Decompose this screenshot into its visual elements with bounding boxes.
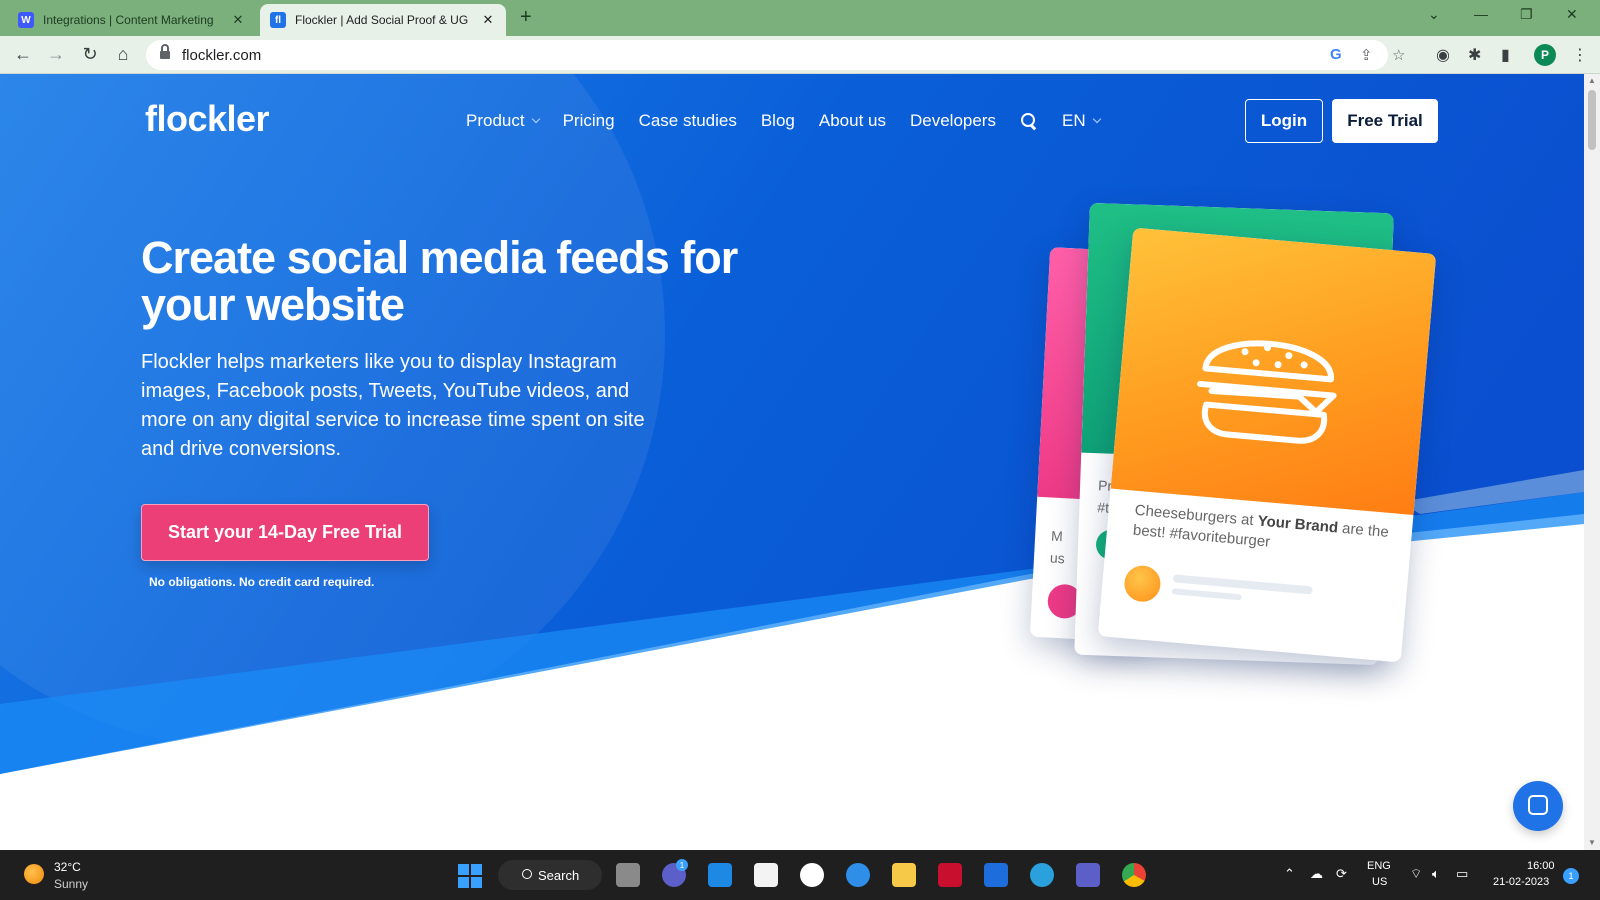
microsoft-store-icon[interactable]: [754, 863, 778, 887]
trello-icon[interactable]: [984, 863, 1008, 887]
close-icon[interactable]: ✕: [230, 12, 246, 28]
hero-subtext: Flockler helps marketers like you to dis…: [141, 351, 645, 460]
language-selector[interactable]: EN: [1061, 111, 1101, 131]
google-icon[interactable]: G: [1330, 46, 1342, 63]
keyboard-layout[interactable]: US: [1372, 876, 1387, 888]
taskbar-search-label: Search: [538, 867, 580, 883]
language-indicator[interactable]: ENG: [1367, 860, 1391, 872]
burger-icon: [1197, 340, 1337, 444]
forward-arrow-icon[interactable]: →: [45, 44, 67, 65]
weather-sun-icon[interactable]: [24, 864, 44, 884]
nav-product-label: Product: [466, 111, 525, 130]
login-button[interactable]: Login: [1245, 99, 1323, 143]
puzzle-extensions-icon[interactable]: ✱: [1468, 45, 1481, 65]
webflow-favicon-icon: W: [18, 12, 34, 28]
teams-meet-icon[interactable]: 1: [662, 859, 688, 887]
lock-icon[interactable]: [160, 44, 170, 60]
skeleton-line: [1171, 588, 1242, 601]
battery-icon[interactable]: ▭: [1456, 866, 1468, 882]
side-panel-icon[interactable]: ▮: [1501, 45, 1510, 65]
nav-case-studies[interactable]: Case studies: [639, 111, 737, 131]
teams-icon[interactable]: [1076, 863, 1100, 887]
bookmark-star-icon[interactable]: ☆: [1392, 46, 1405, 64]
notification-badge: 1: [676, 859, 688, 871]
language-label: EN: [1061, 111, 1086, 130]
avatar-dot: [1122, 564, 1162, 604]
file-explorer-icon[interactable]: [892, 863, 916, 887]
flockler-favicon-icon: fl: [270, 12, 286, 28]
help-icon[interactable]: [846, 863, 870, 887]
page-scrollbar[interactable]: ▲ ▼: [1584, 74, 1600, 850]
extension-icon[interactable]: ◉: [1436, 45, 1450, 65]
weather-temperature[interactable]: 32°C: [54, 860, 81, 874]
scroll-thumb[interactable]: [1588, 90, 1596, 150]
tab-search-chevron-icon[interactable]: ⌄: [1428, 6, 1440, 23]
kebab-menu-icon[interactable]: ⋮: [1572, 45, 1588, 65]
onedrive-cloud-icon[interactable]: ☁: [1310, 866, 1323, 882]
scroll-up-icon[interactable]: ▲: [1588, 76, 1596, 85]
tab-flockler[interactable]: fl Flockler | Add Social Proof & UG ✕: [260, 4, 506, 36]
tab-title: Flockler | Add Social Proof & UG: [295, 13, 469, 27]
mcafee-icon[interactable]: [938, 863, 962, 887]
start-free-trial-button[interactable]: Start your 14-Day Free Trial: [141, 504, 429, 561]
chrome-icon[interactable]: [1122, 863, 1146, 887]
browser-tab-bar: W Integrations | Content Marketing ✕ fl …: [0, 0, 1600, 36]
share-icon[interactable]: ⇪: [1360, 46, 1373, 64]
restore-icon[interactable]: ❐: [1520, 6, 1533, 23]
edge-icon[interactable]: [1030, 863, 1054, 887]
chevron-down-icon: [1092, 114, 1101, 124]
app-circle-icon[interactable]: [800, 863, 824, 887]
clock-time[interactable]: 16:00: [1527, 860, 1555, 872]
nav-developers[interactable]: Developers: [910, 111, 996, 131]
minimize-icon[interactable]: —: [1474, 6, 1488, 22]
home-icon[interactable]: ⌂: [112, 44, 134, 65]
chat-widget-button[interactable]: [1513, 781, 1563, 831]
flockler-logo[interactable]: flockler: [145, 98, 270, 140]
volume-icon[interactable]: 🔈︎: [1432, 866, 1440, 882]
nav-pricing[interactable]: Pricing: [563, 111, 615, 131]
new-tab-plus-icon[interactable]: +: [520, 6, 532, 29]
nav-blog[interactable]: Blog: [761, 111, 795, 131]
reload-icon[interactable]: ↻: [79, 44, 101, 65]
free-trial-button[interactable]: Free Trial: [1332, 99, 1438, 143]
windows-start-icon[interactable]: [458, 864, 482, 888]
address-bar[interactable]: flockler.com G ⇪ ☆: [146, 40, 1405, 70]
tab-title: Integrations | Content Marketing: [43, 13, 214, 27]
close-icon[interactable]: ✕: [480, 12, 496, 28]
taskbar-search-button[interactable]: Search: [498, 860, 602, 890]
page-viewport: flockler Product Pricing Case studies Bl…: [0, 74, 1584, 850]
sync-icon[interactable]: ⟳: [1336, 866, 1347, 882]
card-image-band: [1110, 227, 1437, 516]
url-text[interactable]: flockler.com: [182, 47, 261, 64]
card-caption: Cheeseburgers at Your Brand are the best…: [1132, 501, 1394, 564]
scroll-down-icon[interactable]: ▼: [1588, 838, 1596, 847]
window-close-icon[interactable]: ✕: [1566, 6, 1578, 23]
card-peek-text: us: [1049, 549, 1066, 567]
browser-toolbar: ← → ↻ ⌂ flockler.com G ⇪ ☆ ◉ ✱ ▮ P ⋮: [0, 36, 1600, 74]
chevron-down-icon: [531, 114, 540, 124]
main-nav: Product Pricing Case studies Blog About …: [466, 111, 1124, 131]
back-arrow-icon[interactable]: ←: [12, 44, 34, 65]
profile-avatar[interactable]: P: [1534, 44, 1556, 66]
search-icon[interactable]: [1020, 112, 1038, 130]
tray-chevron-icon[interactable]: ⌃: [1284, 866, 1295, 882]
clock-date[interactable]: 21-02-2023: [1493, 876, 1549, 888]
hero-headline: Create social media feeds for your websi…: [141, 232, 738, 330]
cta-note: No obligations. No credit card required.: [149, 575, 375, 589]
tab-integrations[interactable]: W Integrations | Content Marketing ✕: [8, 4, 256, 36]
wifi-icon[interactable]: ⌔: [1410, 866, 1422, 882]
card-peek-text: M: [1050, 527, 1064, 545]
widgets-icon[interactable]: [708, 863, 732, 887]
nav-about-us[interactable]: About us: [819, 111, 886, 131]
task-view-icon[interactable]: [616, 863, 640, 887]
notification-count-badge[interactable]: 1: [1563, 868, 1579, 884]
illustration-card-orange: Cheeseburgers at Your Brand are the best…: [1097, 227, 1437, 663]
windows-taskbar: 32°C Sunny Search 1 ⌃ ☁ ⟳ ENG US ⌔ 🔈︎ ▭ …: [0, 850, 1600, 900]
weather-condition[interactable]: Sunny: [54, 877, 88, 891]
nav-product[interactable]: Product: [466, 111, 540, 131]
